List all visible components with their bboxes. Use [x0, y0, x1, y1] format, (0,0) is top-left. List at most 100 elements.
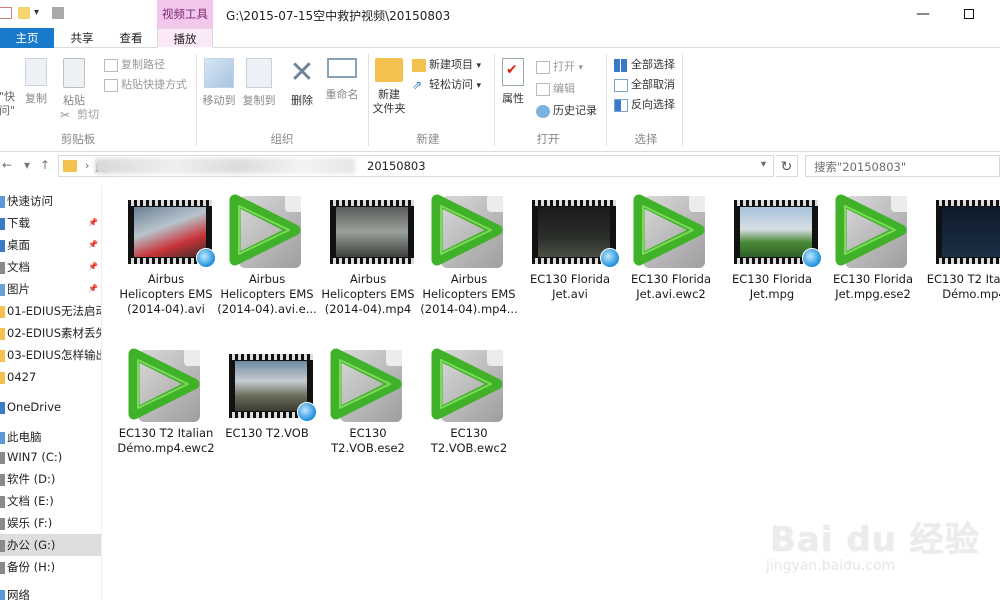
breadcrumb-chevron-icon[interactable]: › [85, 159, 89, 172]
address-input[interactable]: › 此 20150803 ▾ [58, 155, 774, 177]
tab-share[interactable]: 共享 [56, 28, 108, 48]
file-item[interactable]: EC130 Florida Jet.mpg.ese2 [823, 186, 923, 302]
sidebar-item-icon [0, 517, 5, 530]
properties-button[interactable]: 属性 [498, 58, 528, 106]
ribbon-divider [196, 54, 197, 146]
sidebar-item[interactable]: 图片 📌 [0, 278, 101, 300]
pin-to-quick-access-button[interactable]: "快 问" [0, 90, 16, 118]
ribbon-divider [494, 54, 495, 146]
sidebar-item[interactable]: 01-EDIUS无法启动 [0, 300, 102, 322]
file-item[interactable]: EC130 Florida Jet.avi [520, 186, 620, 302]
file-item[interactable]: Airbus Helicopters EMS (2014-04).avi [116, 186, 216, 317]
pin-icon[interactable]: 📌 [88, 256, 98, 278]
pin-icon[interactable]: 📌 [88, 234, 98, 256]
ribbon-divider [682, 54, 683, 146]
history-button[interactable]: 历史记录 [536, 102, 597, 120]
customize-quick-access-icon[interactable]: ▾ [34, 7, 46, 19]
file-item[interactable]: EC130 T2 Italian Démo.mp4.ewc2 [116, 340, 216, 456]
file-item[interactable]: EC130 T2.VOB [217, 340, 317, 441]
sidebar-item-label: 网络 [7, 588, 30, 600]
copy-path-button[interactable]: 复制路径 [104, 56, 165, 74]
sidebar-item[interactable]: 0427 [0, 366, 101, 388]
folder-icon [63, 160, 77, 172]
file-item[interactable]: Airbus Helicopters EMS (2014-04).avi.e..… [217, 186, 317, 317]
project-file-icon [116, 340, 216, 424]
invert-selection-icon [614, 98, 628, 112]
copy-to-icon [246, 58, 272, 88]
file-item[interactable]: EC130 Florida Jet.mpg [722, 186, 822, 302]
sidebar-item-label: 03-EDIUS怎样输出 [7, 348, 102, 362]
sidebar-item[interactable]: 下载 📌 [0, 212, 101, 234]
sidebar-item[interactable]: 网络 [0, 584, 101, 600]
file-item[interactable]: Airbus Helicopters EMS (2014-04).mp4 [318, 186, 418, 317]
open-button[interactable]: 打开 ▾ [536, 58, 583, 76]
copy-to-button[interactable]: 复制到 [240, 58, 278, 108]
tab-home[interactable]: 主页 [0, 28, 54, 48]
new-item-button[interactable]: 新建项目 ▾ [412, 56, 481, 74]
play-triangle-icon [431, 348, 503, 420]
sidebar-item-icon [0, 305, 5, 318]
move-to-button[interactable]: 移动到 [200, 58, 238, 108]
sidebar-item[interactable]: WIN7 (C:) [0, 446, 101, 468]
quick-access-divider [52, 7, 64, 19]
sidebar-item-icon [0, 561, 5, 574]
tab-view[interactable]: 查看 [108, 28, 154, 48]
select-none-button[interactable]: 全部取消 [614, 76, 675, 94]
sidebar-item[interactable]: 桌面 📌 [0, 234, 101, 256]
edit-button[interactable]: 编辑 [536, 80, 575, 98]
refresh-button[interactable]: ↻ [776, 155, 798, 177]
file-item[interactable]: EC130 T2 Italian Démo.mp4 [924, 186, 1000, 302]
pin-icon[interactable]: 📌 [88, 278, 98, 300]
tab-play[interactable]: 播放 [157, 28, 213, 48]
video-tools-context-header: 视频工具 [157, 0, 213, 28]
paste-shortcut-label: 粘贴快捷方式 [121, 78, 187, 91]
pin-icon[interactable]: 📌 [88, 212, 98, 234]
sidebar-item[interactable]: OneDrive [0, 396, 101, 418]
invert-selection-button[interactable]: 反向选择 [614, 96, 675, 114]
file-name: EC130 Florida Jet.avi.ewc2 [630, 272, 712, 301]
file-item[interactable]: EC130 T2.VOB.ese2 [318, 340, 418, 456]
up-arrow-icon[interactable]: ↑ [40, 158, 50, 172]
select-none-icon [614, 78, 628, 92]
sidebar-item[interactable]: 文档 📌 [0, 256, 101, 278]
search-box[interactable]: 搜索"20150803" [805, 155, 1000, 177]
sidebar-item[interactable]: 此电脑 [0, 426, 101, 448]
minimize-button[interactable]: — [900, 0, 946, 28]
project-file-icon [419, 186, 519, 270]
sidebar-item[interactable]: 备份 (H:) [0, 556, 101, 578]
sidebar-item[interactable]: 文档 (E:) [0, 490, 101, 512]
sidebar-item[interactable]: 软件 (D:) [0, 468, 101, 490]
file-item[interactable]: EC130 Florida Jet.avi.ewc2 [621, 186, 721, 302]
breadcrumb-current[interactable]: 20150803 [367, 159, 426, 173]
address-history-dropdown-icon[interactable]: ▾ [761, 159, 766, 170]
sidebar-item-label: 01-EDIUS无法启动 [7, 304, 102, 318]
copy-button[interactable]: 复制 [20, 58, 52, 106]
recent-locations-icon[interactable]: ▾ [24, 158, 30, 172]
file-item[interactable]: Airbus Helicopters EMS (2014-04).mp4... [419, 186, 519, 317]
delete-button[interactable]: ✕ 删除 [286, 58, 318, 108]
delete-label: 删除 [291, 94, 313, 107]
select-all-button[interactable]: 全部选择 [614, 56, 675, 74]
paste-icon [63, 58, 85, 88]
sidebar-item[interactable]: 娱乐 (F:) [0, 512, 101, 534]
new-folder-quick-icon[interactable] [18, 7, 30, 19]
easy-access-button[interactable]: ⇗ 轻松访问 ▾ [412, 76, 481, 94]
paste-shortcut-button[interactable]: 粘贴快捷方式 [104, 76, 187, 94]
cut-button[interactable]: ✂ 剪切 [60, 106, 99, 124]
sidebar-item[interactable]: 02-EDIUS素材丢失 [0, 322, 101, 344]
file-item[interactable]: EC130 T2.VOB.ewc2 [419, 340, 519, 456]
cut-label: 剪切 [77, 108, 99, 121]
sidebar-item[interactable]: 办公 (G:) [0, 534, 101, 556]
paste-button[interactable]: 粘贴 [58, 58, 90, 108]
rename-button[interactable]: 重命名 [322, 58, 362, 102]
media-player-badge-icon [297, 402, 317, 422]
properties-quick-icon[interactable] [0, 7, 12, 19]
sidebar-item-icon [0, 239, 5, 252]
copy-path-label: 复制路径 [121, 58, 165, 71]
new-folder-button[interactable]: 新建 文件夹 [370, 58, 408, 116]
sidebar-item[interactable]: 快速访问 [0, 190, 101, 212]
sidebar-item[interactable]: 03-EDIUS怎样输出 [0, 344, 102, 366]
back-arrow-icon[interactable]: ← [2, 158, 12, 172]
search-input[interactable]: 搜索"20150803" [814, 159, 906, 175]
maximize-button[interactable] [946, 0, 992, 28]
